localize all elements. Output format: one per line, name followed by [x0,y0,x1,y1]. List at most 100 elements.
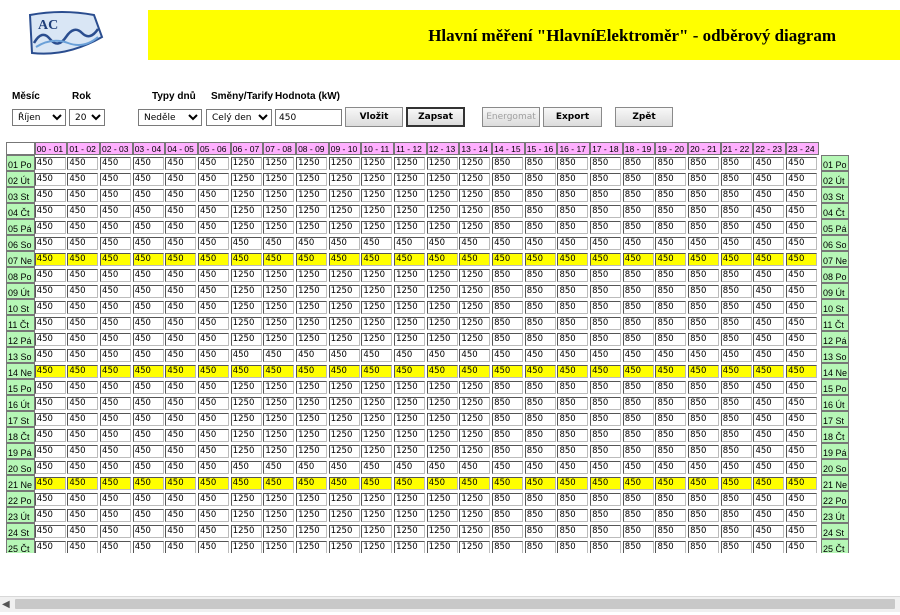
value-cell-input[interactable] [786,188,818,202]
value-cell-input[interactable] [263,236,295,250]
value-cell-input[interactable] [34,172,66,186]
value-cell-input[interactable] [688,476,720,490]
value-cell-input[interactable] [34,204,66,218]
value-cell-input[interactable] [492,220,524,234]
value-cell-input[interactable] [688,492,720,506]
value-cell-input[interactable] [34,508,66,522]
value-cell-input[interactable] [34,540,66,553]
value-cell-input[interactable] [655,428,687,442]
value-cell-input[interactable] [230,396,262,410]
write-button[interactable]: Zapsat [406,107,465,127]
value-cell-input[interactable] [524,380,556,394]
value-cell-input[interactable] [524,252,556,266]
value-cell-input[interactable] [361,332,393,346]
value-cell-input[interactable] [328,412,360,426]
value-cell-input[interactable] [590,284,622,298]
value-cell-input[interactable] [165,188,197,202]
value-cell-input[interactable] [492,492,524,506]
value-cell-input[interactable] [263,540,295,553]
value-cell-input[interactable] [492,364,524,378]
value-cell-input[interactable] [67,444,99,458]
value-cell-input[interactable] [132,396,164,410]
value-cell-input[interactable] [361,364,393,378]
value-cell-input[interactable] [230,540,262,553]
value-cell-input[interactable] [230,412,262,426]
value-cell-input[interactable] [263,268,295,282]
value-cell-input[interactable] [263,380,295,394]
value-cell-input[interactable] [655,364,687,378]
value-cell-input[interactable] [753,540,785,553]
value-cell-input[interactable] [230,428,262,442]
value-cell-input[interactable] [720,492,752,506]
value-cell-input[interactable] [230,332,262,346]
value-cell-input[interactable] [459,540,491,553]
value-cell-input[interactable] [622,444,654,458]
value-cell-input[interactable] [263,284,295,298]
value-cell-input[interactable] [263,156,295,170]
value-cell-input[interactable] [198,540,230,553]
value-cell-input[interactable] [720,476,752,490]
value-cell-input[interactable] [67,220,99,234]
value-cell-input[interactable] [786,444,818,458]
value-cell-input[interactable] [132,428,164,442]
value-cell-input[interactable] [361,508,393,522]
value-cell-input[interactable] [34,428,66,442]
value-cell-input[interactable] [296,156,328,170]
value-cell-input[interactable] [34,492,66,506]
value-cell-input[interactable] [67,204,99,218]
value-cell-input[interactable] [328,428,360,442]
value-cell-input[interactable] [296,220,328,234]
value-cell-input[interactable] [524,412,556,426]
value-cell-input[interactable] [753,156,785,170]
value-cell-input[interactable] [100,396,132,410]
value-cell-input[interactable] [557,412,589,426]
value-cell-input[interactable] [328,172,360,186]
value-cell-input[interactable] [296,508,328,522]
value-cell-input[interactable] [132,380,164,394]
value-cell-input[interactable] [328,220,360,234]
value-cell-input[interactable] [100,348,132,362]
value-cell-input[interactable] [459,364,491,378]
value-cell-input[interactable] [67,348,99,362]
value-cell-input[interactable] [34,284,66,298]
value-cell-input[interactable] [263,332,295,346]
value-cell-input[interactable] [590,476,622,490]
value-cell-input[interactable] [100,412,132,426]
value-cell-input[interactable] [394,156,426,170]
value-cell-input[interactable] [459,396,491,410]
value-cell-input[interactable] [720,188,752,202]
value-cell-input[interactable] [296,492,328,506]
value-cell-input[interactable] [198,348,230,362]
value-cell-input[interactable] [720,364,752,378]
value-cell-input[interactable] [557,380,589,394]
value-cell-input[interactable] [655,508,687,522]
value-cell-input[interactable] [720,156,752,170]
value-cell-input[interactable] [230,252,262,266]
value-cell-input[interactable] [557,156,589,170]
value-cell-input[interactable] [590,236,622,250]
value-cell-input[interactable] [34,300,66,314]
value-cell-input[interactable] [230,444,262,458]
value-cell-input[interactable] [590,524,622,538]
value-cell-input[interactable] [34,348,66,362]
value-cell-input[interactable] [622,524,654,538]
value-cell-input[interactable] [165,172,197,186]
value-cell-input[interactable] [165,476,197,490]
value-cell-input[interactable] [753,252,785,266]
value-cell-input[interactable] [590,444,622,458]
value-cell-input[interactable] [720,252,752,266]
value-cell-input[interactable] [165,204,197,218]
value-cell-input[interactable] [590,460,622,474]
value-cell-input[interactable] [492,540,524,553]
value-cell-input[interactable] [328,364,360,378]
value-cell-input[interactable] [459,316,491,330]
value-cell-input[interactable] [753,460,785,474]
value-cell-input[interactable] [230,316,262,330]
value-cell-input[interactable] [786,316,818,330]
value-cell-input[interactable] [720,508,752,522]
value-cell-input[interactable] [786,524,818,538]
value-cell-input[interactable] [492,508,524,522]
value-cell-input[interactable] [328,284,360,298]
value-cell-input[interactable] [165,444,197,458]
value-cell-input[interactable] [165,220,197,234]
